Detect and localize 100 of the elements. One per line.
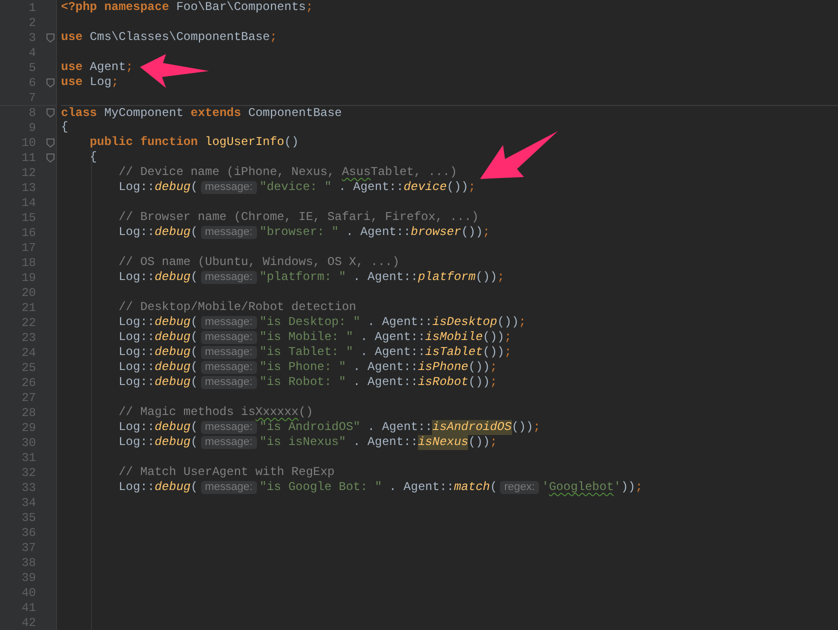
code-text: Log::	[118, 270, 155, 285]
code-text: ))	[620, 480, 636, 495]
method-call: isMobile	[425, 330, 483, 345]
method-call: isAndroidOS	[432, 420, 512, 435]
code-text: . Agent::	[359, 330, 426, 345]
semicolon: ;	[270, 30, 278, 45]
method-call: isTablet	[425, 345, 483, 360]
code-text: Cms\Classes\ComponentBase	[88, 30, 270, 45]
code-text: ComponentBase	[247, 106, 342, 120]
code-comment: Asus	[342, 165, 371, 180]
code-text: (	[190, 225, 198, 240]
parameter-hint: message:	[200, 331, 257, 344]
code-text: Log	[88, 75, 112, 90]
method-call: debug	[154, 435, 191, 450]
method-call: isNexus	[418, 435, 468, 450]
method-call: debug	[154, 270, 191, 285]
code-text: (	[190, 435, 198, 450]
code-text: (	[190, 180, 198, 195]
fold-icon[interactable]	[46, 108, 55, 118]
string-literal: "is Desktop: "	[260, 315, 360, 330]
code-comment: // Magic methods is	[118, 405, 256, 420]
method-call: browser	[410, 225, 462, 240]
semicolon: ;	[490, 375, 498, 390]
code-text: ())	[446, 180, 468, 195]
fold-icon[interactable]	[46, 78, 55, 88]
string-literal: "device: "	[260, 180, 332, 195]
code-comment: // OS name (Ubuntu, Windows, OS X, ...)	[118, 255, 400, 270]
code-text: (	[490, 480, 498, 495]
code-text: Log::	[118, 375, 155, 390]
parameter-hint: message:	[200, 481, 257, 494]
code-text: Log::	[118, 420, 155, 435]
code-text: ())	[461, 225, 483, 240]
keyword: class	[61, 106, 98, 120]
code-text: ())	[468, 375, 490, 390]
parameter-hint: message:	[200, 271, 257, 284]
keyword: public function	[90, 135, 198, 150]
method-call: debug	[154, 345, 191, 360]
code-text: ())	[497, 315, 519, 330]
code-comment: // Match UserAgent with RegExp	[118, 465, 335, 480]
code-text: ())	[512, 420, 534, 435]
code-text: . Agent::	[352, 360, 418, 375]
parameter-hint: message:	[200, 436, 257, 449]
code-text: MyComponent	[103, 106, 184, 120]
code-text: Log::	[118, 480, 155, 495]
string-literal: "is Phone: "	[260, 360, 346, 375]
semicolon: ;	[482, 225, 490, 240]
fold-icon[interactable]	[46, 32, 55, 42]
code-text: Log::	[118, 225, 155, 240]
code-text: (	[190, 480, 198, 495]
fold-icon[interactable]	[46, 138, 55, 148]
method-call: debug	[154, 180, 191, 195]
parameter-hint: message:	[200, 346, 257, 359]
parameter-hint: message:	[200, 361, 257, 374]
string-literal: '	[542, 480, 549, 495]
string-literal: "is AndroidOS"	[260, 420, 360, 435]
parameter-hint: message:	[200, 421, 257, 434]
code-text: ())	[476, 270, 498, 285]
semicolon: ;	[504, 330, 512, 345]
keyword: extends	[190, 106, 242, 120]
code-text: {	[90, 150, 97, 165]
parameter-hint: message:	[200, 316, 257, 329]
string-literal: "is Google Bot: "	[260, 480, 382, 495]
code-text: Log::	[118, 315, 155, 330]
method-call: platform	[418, 270, 476, 285]
keyword: use	[61, 30, 83, 45]
code-text: (	[190, 345, 198, 360]
code-text: ())	[468, 435, 490, 450]
method-call: debug	[154, 330, 191, 345]
keyword: use	[61, 75, 83, 90]
semicolon: ;	[468, 180, 476, 195]
semicolon: ;	[306, 0, 314, 15]
code-text: . Agent::	[366, 315, 432, 330]
method-call: debug	[154, 480, 191, 495]
parameter-hint: message:	[200, 376, 257, 389]
semicolon: ;	[126, 60, 134, 75]
method-call: device	[404, 180, 447, 195]
code-text: ())	[482, 330, 504, 345]
code-text: Log::	[118, 180, 155, 195]
parameter-hint: message:	[200, 226, 257, 239]
code-text: (	[190, 420, 198, 435]
code-text: . Agent::	[352, 435, 418, 450]
fold-icon[interactable]	[46, 152, 55, 162]
method-call: match	[454, 480, 490, 495]
code-text: Foo\Bar\Components	[175, 0, 306, 15]
method-call: isPhone	[418, 360, 468, 375]
semicolon: ;	[518, 315, 526, 330]
method-call: debug	[154, 315, 191, 330]
code-text: (	[190, 270, 198, 285]
method-call: debug	[154, 420, 191, 435]
code-text: Log::	[118, 345, 155, 360]
code-text: Log::	[118, 435, 155, 450]
semicolon: ;	[490, 360, 498, 375]
code-comment: // Browser name (Chrome, IE, Safari, Firefox, ...)	[118, 210, 479, 225]
function-name: logUserInfo	[204, 135, 284, 150]
parameter-hint: regex:	[500, 481, 539, 494]
string-literal: "is isNexus"	[260, 435, 346, 450]
string-literal: Googlebot	[548, 480, 614, 495]
string-literal: "browser: "	[260, 225, 339, 240]
method-call: debug	[154, 375, 191, 390]
annotation-arrow	[140, 54, 209, 88]
